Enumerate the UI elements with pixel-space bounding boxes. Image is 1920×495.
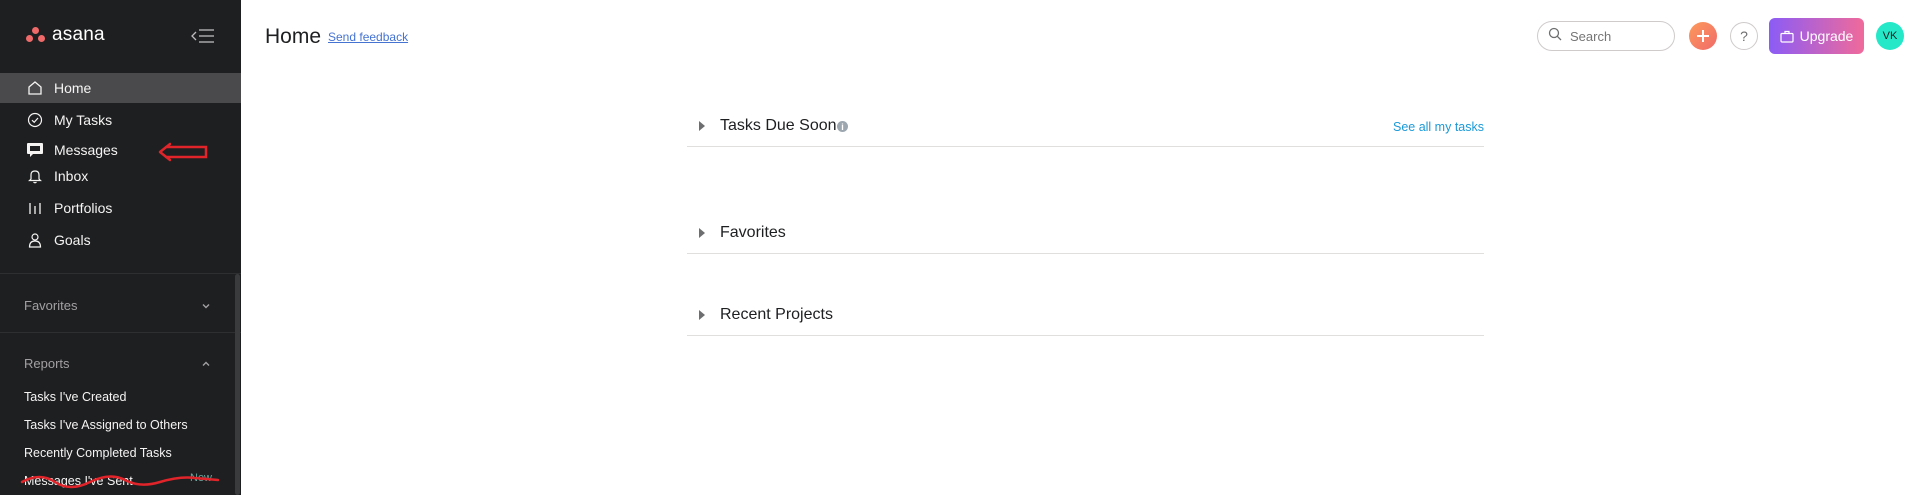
section-title[interactable]: Recent Projects — [720, 306, 833, 324]
section-title[interactable]: Tasks Due Soon — [720, 117, 837, 135]
upgrade-button[interactable]: Upgrade — [1769, 18, 1864, 54]
sidebar-item-inbox[interactable]: Inbox — [0, 161, 241, 191]
bars-icon — [26, 199, 44, 217]
report-messages-sent[interactable]: Messages I've Sent — [24, 474, 133, 488]
sidebar-item-label: Goals — [54, 232, 91, 248]
section-title[interactable]: Favorites — [720, 224, 786, 242]
report-tasks-assigned[interactable]: Tasks I've Assigned to Others — [24, 418, 188, 432]
brand-name: asana — [52, 24, 105, 45]
search-input[interactable] — [1568, 27, 1672, 45]
collapse-sidebar-icon[interactable] — [190, 26, 216, 46]
bell-icon — [26, 167, 44, 185]
send-feedback-link[interactable]: Send feedback — [328, 30, 408, 44]
message-icon — [26, 141, 44, 159]
avatar[interactable]: VK — [1876, 22, 1904, 50]
check-circle-icon — [26, 111, 44, 129]
sidebar-divider — [0, 332, 241, 333]
home-icon — [26, 79, 44, 97]
caret-right-icon[interactable] — [699, 310, 705, 320]
search-box[interactable] — [1537, 21, 1675, 51]
sidebar-item-label: Portfolios — [54, 200, 113, 216]
section-favorites: Favorites — [687, 219, 1484, 254]
sidebar-item-label: Home — [54, 80, 92, 96]
sidebar-item-portfolios[interactable]: Portfolios — [0, 193, 241, 223]
sidebar-item-my-tasks[interactable]: My Tasks — [0, 105, 241, 135]
sidebar-item-label: Inbox — [54, 168, 89, 184]
favorites-section-label[interactable]: Favorites — [24, 298, 77, 313]
caret-right-icon[interactable] — [699, 121, 705, 131]
sidebar: asana Home My Tasks Messages Inbox Portf… — [0, 0, 241, 495]
chevron-up-icon[interactable] — [200, 357, 212, 369]
section-recent-projects: Recent Projects — [687, 301, 1484, 336]
caret-right-icon[interactable] — [699, 228, 705, 238]
sidebar-item-goals[interactable]: Goals — [0, 225, 241, 255]
new-badge: New — [190, 472, 213, 484]
see-all-tasks-link[interactable]: See all my tasks — [1393, 120, 1484, 134]
report-recently-completed[interactable]: Recently Completed Tasks — [24, 446, 172, 460]
person-icon — [26, 231, 44, 249]
sidebar-divider — [0, 273, 241, 274]
sidebar-nav: Home My Tasks Messages Inbox Portfolios — [0, 73, 241, 255]
upgrade-label: Upgrade — [1799, 28, 1854, 44]
sidebar-item-home[interactable]: Home — [0, 73, 241, 103]
briefcase-icon — [1780, 30, 1794, 43]
sidebar-item-label: My Tasks — [54, 112, 113, 128]
sidebar-item-label: Messages — [54, 142, 118, 158]
sidebar-scrollbar[interactable] — [235, 274, 240, 495]
search-icon — [1548, 27, 1562, 46]
asana-logo[interactable]: asana — [26, 20, 105, 50]
plus-icon — [1697, 30, 1709, 42]
report-tasks-created[interactable]: Tasks I've Created — [24, 390, 126, 404]
section-tasks-due-soon: Tasks Due Soon i See all my tasks — [687, 112, 1484, 147]
chevron-down-icon[interactable] — [200, 299, 212, 311]
page-title: Home — [265, 25, 322, 48]
reports-section-label[interactable]: Reports — [24, 356, 70, 371]
asana-logo-icon — [26, 27, 46, 43]
add-button[interactable] — [1689, 22, 1717, 50]
info-icon[interactable]: i — [837, 121, 848, 132]
help-button[interactable]: ? — [1730, 22, 1758, 50]
